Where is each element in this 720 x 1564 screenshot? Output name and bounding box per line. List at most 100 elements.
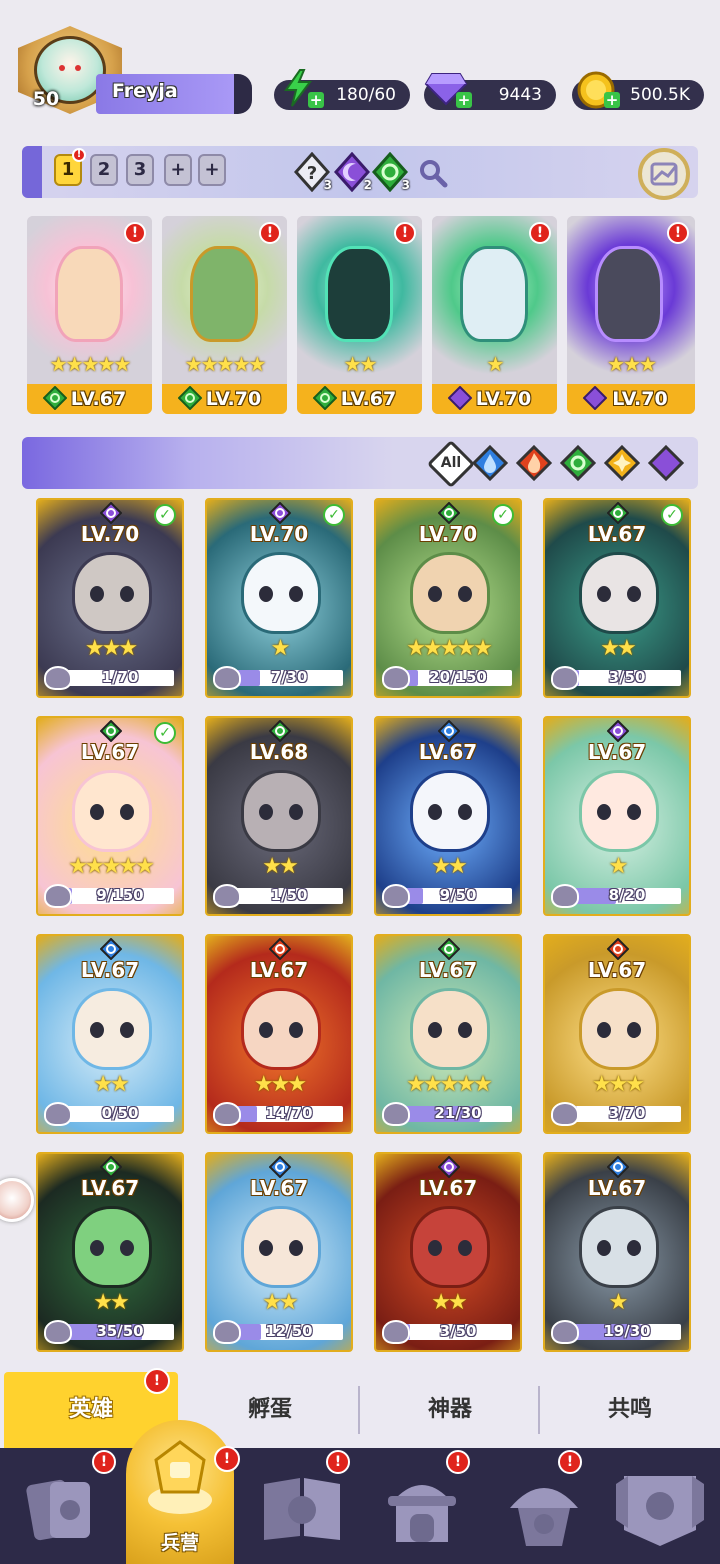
hero-eye [259, 1022, 273, 1038]
shard-progress: 14/70 [213, 1102, 347, 1126]
hero-stars: ★★★★★ [49, 352, 132, 376]
filter-water-icon[interactable] [472, 445, 508, 481]
team-slot-2[interactable]: ★★★★★ LV.70 ! [162, 216, 287, 414]
shard-progress: 7/30 [213, 666, 347, 690]
team-tab-2[interactable]: 2 [90, 154, 118, 186]
hero-card[interactable]: LV.67 ✓ ★★★★★ 9/150 [36, 716, 184, 916]
hero-card[interactable]: LV.68 ★★ 1/50 [205, 716, 353, 916]
svg-text:?: ? [307, 163, 317, 184]
hero-stars: ★ [608, 1290, 629, 1315]
nav-alert-badge: ! [326, 1450, 350, 1474]
hero-face [241, 1206, 321, 1288]
shard-progress: 1/50 [213, 884, 347, 908]
hero-eye [259, 804, 273, 820]
add-team-button[interactable]: + [164, 154, 192, 186]
hero-eye [627, 1240, 641, 1256]
hero-card[interactable]: LV.67 ★★★ 14/70 [205, 934, 353, 1134]
hero-stars: ★★★★★ [406, 1072, 493, 1097]
synergy-question[interactable]: ? 3 [292, 151, 332, 193]
hero-eye [120, 804, 134, 820]
gem-value: 9443 [498, 85, 542, 105]
hero-level: LV.70 [249, 522, 309, 546]
hero-card[interactable]: LV.67 ★★★★★ 21/30 [374, 934, 522, 1134]
tab-artifacts[interactable]: 神器 [360, 1372, 540, 1448]
upgrade-alert-badge: ! [667, 222, 689, 244]
hero-card[interactable]: LV.67 ★★ 35/50 [36, 1152, 184, 1352]
search-icon[interactable] [418, 158, 448, 188]
filter-dark-icon[interactable] [648, 445, 684, 481]
hero-face [72, 1206, 152, 1288]
water-element-icon [269, 1156, 291, 1178]
hero-card[interactable]: LV.67 ★★ 3/50 [374, 1152, 522, 1352]
filter-fire-icon[interactable] [516, 445, 552, 481]
team-slot-5[interactable]: ★★★ LV.70 ! [567, 216, 695, 414]
add-gold-button[interactable]: + [604, 92, 620, 108]
hero-stars: ★★★★★ [184, 352, 267, 376]
shard-count: 20/150 [429, 668, 487, 686]
player-name: Freyja [112, 80, 178, 102]
hero-card[interactable]: LV.67 ✓ ★★ 3/50 [543, 498, 691, 698]
team-power-icon[interactable] [636, 146, 692, 202]
hero-stars: ★★ [343, 352, 378, 376]
shard-progress: 19/30 [551, 1320, 685, 1344]
hero-figure [55, 246, 123, 342]
synergy-dark[interactable]: 2 [332, 151, 372, 193]
shard-progress: 9/150 [44, 884, 178, 908]
in-team-check-icon: ✓ [492, 504, 514, 526]
nav-mushroom-house[interactable]: ! [490, 1450, 600, 1558]
hero-card[interactable]: LV.67 ★ 19/30 [543, 1152, 691, 1352]
book-icon [264, 1478, 340, 1540]
hero-card[interactable]: LV.70 ✓ ★★★ 1/70 [36, 498, 184, 698]
shard-icon [551, 666, 579, 690]
floating-assistant-avatar[interactable] [0, 1178, 34, 1222]
hero-face [579, 988, 659, 1070]
shard-progress: 21/30 [382, 1102, 516, 1126]
nav-alert-badge: ! [92, 1450, 116, 1474]
upgrade-alert-badge: ! [394, 222, 416, 244]
hero-eye [289, 1022, 303, 1038]
hero-card[interactable]: LV.67 ★★ 12/50 [205, 1152, 353, 1352]
team-tab-3[interactable]: 3 [126, 154, 154, 186]
nav-shrine[interactable]: ! [368, 1450, 478, 1558]
hero-eye [120, 586, 134, 602]
nav-alert-badge: ! [214, 1446, 240, 1472]
hero-eye [259, 586, 273, 602]
shard-icon [551, 884, 579, 908]
hero-face [579, 1206, 659, 1288]
nav-book[interactable]: ! [248, 1450, 358, 1558]
water-element-icon [438, 720, 460, 742]
water-element-icon [607, 1156, 629, 1178]
hero-card[interactable]: LV.67 ★ 8/20 [543, 716, 691, 916]
add-team-button-2[interactable]: + [198, 154, 226, 186]
hero-card[interactable]: LV.70 ✓ ★ 7/30 [205, 498, 353, 698]
dark-element-icon [438, 1156, 460, 1178]
hero-level: LV.70 [80, 522, 140, 546]
in-team-check-icon: ✓ [661, 504, 683, 526]
hero-card[interactable]: LV.67 ★★ 9/50 [374, 716, 522, 916]
tab-resonance[interactable]: 共鸣 [540, 1372, 720, 1448]
shard-progress: 3/50 [551, 666, 685, 690]
nav-cards[interactable]: ! [6, 1450, 116, 1558]
add-energy-button[interactable]: + [308, 92, 324, 108]
hero-level: LV.67 [587, 1176, 647, 1200]
shard-count: 21/30 [434, 1104, 482, 1122]
hero-face [72, 770, 152, 852]
hero-card[interactable]: LV.70 ✓ ★★★★★ 20/150 [374, 498, 522, 698]
synergy-nature[interactable]: 3 [370, 151, 410, 193]
hero-level: LV.67 [80, 740, 140, 764]
player-level: 50 [32, 88, 60, 110]
filter-light-icon[interactable] [604, 445, 640, 481]
nav-guild[interactable] [608, 1458, 718, 1558]
hero-card[interactable]: LV.67 ★★★ 3/70 [543, 934, 691, 1134]
filter-nature-icon[interactable] [560, 445, 596, 481]
hero-stars: ★★ [93, 1290, 129, 1315]
team-slot-3[interactable]: ★★ LV.67 ! [297, 216, 422, 414]
team-slot-1[interactable]: ★★★★★ LV.67 ! [27, 216, 152, 414]
hero-level: LV.67 [340, 388, 397, 410]
hero-card[interactable]: LV.67 ★★ 0/50 [36, 934, 184, 1134]
hero-level: LV.70 [612, 388, 668, 410]
add-gems-button[interactable]: + [456, 92, 472, 108]
hero-face [241, 988, 321, 1070]
shard-icon [213, 666, 241, 690]
team-slot-4[interactable]: ★ LV.70 ! [432, 216, 557, 414]
